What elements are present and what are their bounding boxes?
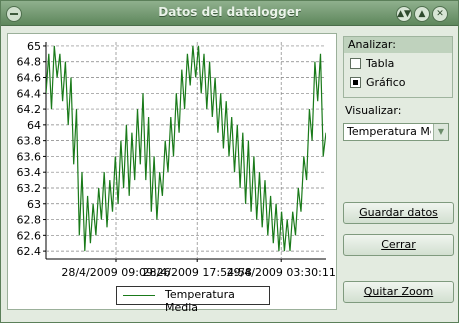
- chart-panel: 62.4 62.6 62.8 63 63.2 63.4 63.6 63.8 64 64.2 64.4…: [7, 33, 337, 314]
- series-line: [46, 45, 326, 252]
- radio-grafico[interactable]: Gráfico: [350, 75, 406, 91]
- y-tick-label: 64.6: [17, 72, 42, 85]
- y-tick-label: 62.4: [17, 245, 42, 258]
- legend-swatch: [123, 295, 155, 296]
- y-tick-label: 65: [27, 40, 41, 53]
- window-title: Datos del datalogger: [158, 5, 301, 19]
- analizar-title: Analizar:: [344, 37, 452, 53]
- y-tick-label: 63.6: [17, 150, 42, 163]
- maximize-icon[interactable]: ▲: [414, 6, 430, 22]
- cerrar-button[interactable]: Cerrar: [343, 234, 454, 256]
- title-bar: Datos del datalogger ▲▼ ▲ ✕: [1, 1, 458, 26]
- visualizar-select-value: Temperatura Media: [347, 125, 431, 138]
- y-tick-label: 64.4: [17, 87, 42, 100]
- radio-tabla-label: Tabla: [366, 57, 395, 70]
- y-tick-label: 63.2: [17, 182, 42, 195]
- y-tick-label: 64.2: [17, 103, 42, 116]
- chevron-down-icon[interactable]: ▼: [433, 124, 448, 140]
- temperature-chart: 62.4 62.6 62.8 63 63.2 63.4 63.6 63.8 64 64.2 64.4…: [17, 40, 336, 279]
- radio-icon[interactable]: [350, 57, 361, 69]
- app-window: Datos del datalogger ▲▼ ▲ ✕ 62.4 62.6 62.8…: [0, 0, 459, 323]
- guardar-datos-button[interactable]: Guardar datos: [343, 202, 454, 224]
- legend-label: Temperatura Media: [165, 288, 235, 314]
- y-tick-label: 63: [27, 198, 41, 211]
- quitar-zoom-button[interactable]: Quitar Zoom: [343, 281, 454, 303]
- y-tick-label: 63.4: [17, 166, 42, 179]
- radio-selected-icon[interactable]: [350, 76, 361, 88]
- visualizar-select[interactable]: Temperatura Media ▼: [343, 123, 449, 141]
- y-tick-label: 62.8: [17, 214, 42, 227]
- y-tick-label: 64.8: [17, 56, 42, 69]
- radio-grafico-label: Gráfico: [366, 76, 406, 89]
- shade-icon[interactable]: ▲▼: [396, 6, 412, 22]
- analizar-group: Analizar: Tabla Gráfico: [343, 36, 453, 98]
- visualizar-label: Visualizar:: [345, 104, 402, 117]
- radio-tabla[interactable]: Tabla: [350, 56, 394, 72]
- y-tick-label: 63.8: [17, 135, 42, 148]
- x-tick-label: 29/4/2009 03:30:11: [227, 266, 336, 279]
- y-tick-label: 64: [27, 119, 41, 132]
- close-icon[interactable]: ✕: [432, 6, 448, 22]
- chart-legend: Temperatura Media: [116, 286, 270, 314]
- y-tick-label: 62.6: [17, 229, 42, 242]
